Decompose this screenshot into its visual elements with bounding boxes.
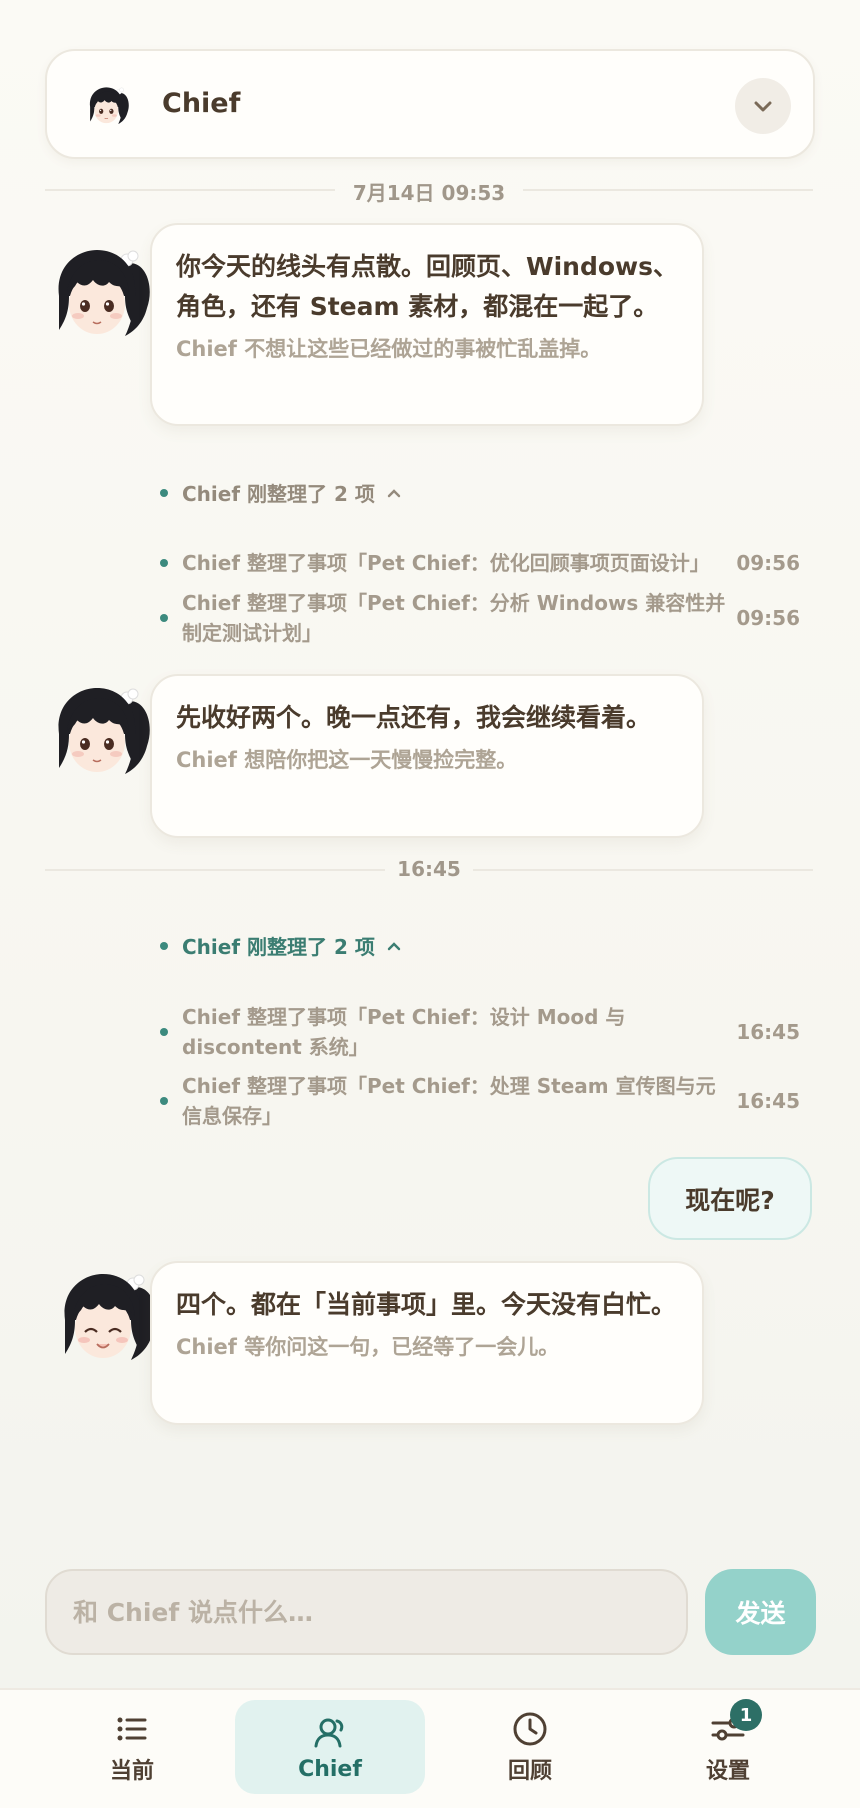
- time-divider: 16:45: [45, 855, 813, 885]
- chief-message: 先收好两个。晚一点还有，我会继续看着。 Chief 想陪你把这一天慢慢捡完整。: [150, 674, 704, 838]
- activity-log-time: 16:45: [736, 1020, 800, 1044]
- divider-label: 16:45: [397, 857, 461, 881]
- chief-avatar: [47, 684, 155, 784]
- user-icon: [314, 1718, 344, 1747]
- chevron-down-icon: [754, 101, 772, 112]
- tab-label: 回顾: [507, 1759, 552, 1784]
- bullet-dot: [160, 488, 168, 497]
- tab-review[interactable]: 回顾: [435, 1700, 625, 1794]
- activity-summary-label: Chief 刚整理了 2 项: [182, 482, 375, 506]
- message-caption: Chief 想陪你把这一天慢慢捡完整。: [176, 748, 518, 772]
- date-divider: 7月14日 09:53: [45, 175, 813, 205]
- tab-label: Chief: [298, 1756, 362, 1782]
- activity-log-text: Chief 整理了事项「Pet Chief：处理 Steam 宣传图与元信息保存…: [182, 1074, 716, 1128]
- divider-label: 7月14日 09:53: [352, 181, 506, 205]
- header-title: Chief: [162, 88, 241, 119]
- chevron-up-icon: [387, 488, 401, 497]
- chevron-up-icon: [387, 941, 401, 950]
- activity-log-item: Chief 整理了事项「Pet Chief：设计 Mood 与 disconte…: [160, 1002, 800, 1062]
- send-button[interactable]: 发送: [705, 1569, 816, 1655]
- chief-avatar: [47, 246, 155, 346]
- chief-avatar: [85, 84, 131, 130]
- activity-log-time: 09:56: [736, 551, 800, 575]
- message-text: 你今天的线头有点散。回顾页、Windows、角色，还有 Steam 素材，都混在…: [176, 252, 678, 321]
- activity-log-text: Chief 整理了事项「Pet Chief：分析 Windows 兼容性并制定测…: [182, 591, 726, 645]
- list-icon: [117, 1717, 147, 1741]
- message-caption: Chief 不想让这些已经做过的事被忙乱盖掉。: [176, 337, 602, 361]
- activity-summary-label: Chief 刚整理了 2 项: [182, 935, 375, 959]
- settings-icon-wrap: 1: [708, 1699, 762, 1749]
- tab-label: 设置: [705, 1759, 750, 1784]
- tab-label: 当前: [109, 1759, 154, 1784]
- activity-log-item: Chief 整理了事项「Pet Chief：分析 Windows 兼容性并制定测…: [160, 588, 800, 648]
- clock-icon: [513, 1712, 547, 1746]
- message-caption: Chief 等你问这一句，已经等了一会儿。: [176, 1335, 560, 1359]
- activity-log-item: Chief 整理了事项「Pet Chief：优化回顾事项页面设计」 09:56: [160, 548, 800, 578]
- activity-log-text: Chief 整理了事项「Pet Chief：设计 Mood 与 disconte…: [182, 1005, 626, 1059]
- bullet-dot: [160, 614, 168, 622]
- activity-log-item: Chief 整理了事项「Pet Chief：处理 Steam 宣传图与元信息保存…: [160, 1071, 800, 1131]
- chief-avatar-happy: [53, 1270, 161, 1370]
- message-text: 先收好两个。晚一点还有，我会继续看着。: [176, 703, 652, 732]
- expand-header-button[interactable]: [735, 78, 791, 134]
- tab-current[interactable]: 当前: [37, 1700, 227, 1794]
- tab-chief[interactable]: Chief: [235, 1700, 425, 1794]
- chat-header: Chief: [45, 49, 815, 159]
- bottom-tab-bar: 当前 Chief 回顾 1 设置: [0, 1688, 860, 1808]
- chief-message: 你今天的线头有点散。回顾页、Windows、角色，还有 Steam 素材，都混在…: [150, 223, 704, 426]
- bullet-dot: [160, 941, 168, 950]
- activity-log-time: 16:45: [736, 1089, 800, 1113]
- bullet-dot: [160, 559, 168, 567]
- tab-settings[interactable]: 1 设置: [633, 1699, 823, 1794]
- notification-badge: 1: [730, 1699, 762, 1731]
- activity-summary-toggle[interactable]: Chief 刚整理了 2 项: [160, 478, 403, 507]
- bullet-dot: [160, 1028, 168, 1036]
- message-input[interactable]: [45, 1569, 688, 1655]
- message-text: 四个。都在「当前事项」里。今天没有白忙。: [176, 1290, 677, 1319]
- activity-log-time: 09:56: [736, 606, 800, 630]
- activity-summary-toggle[interactable]: Chief 刚整理了 2 项: [160, 931, 403, 960]
- user-message: 现在呢?: [648, 1157, 812, 1240]
- chief-message: 四个。都在「当前事项」里。今天没有白忙。 Chief 等你问这一句，已经等了一会…: [150, 1261, 704, 1425]
- bullet-dot: [160, 1097, 168, 1105]
- activity-log-text: Chief 整理了事项「Pet Chief：优化回顾事项页面设计」: [182, 551, 710, 575]
